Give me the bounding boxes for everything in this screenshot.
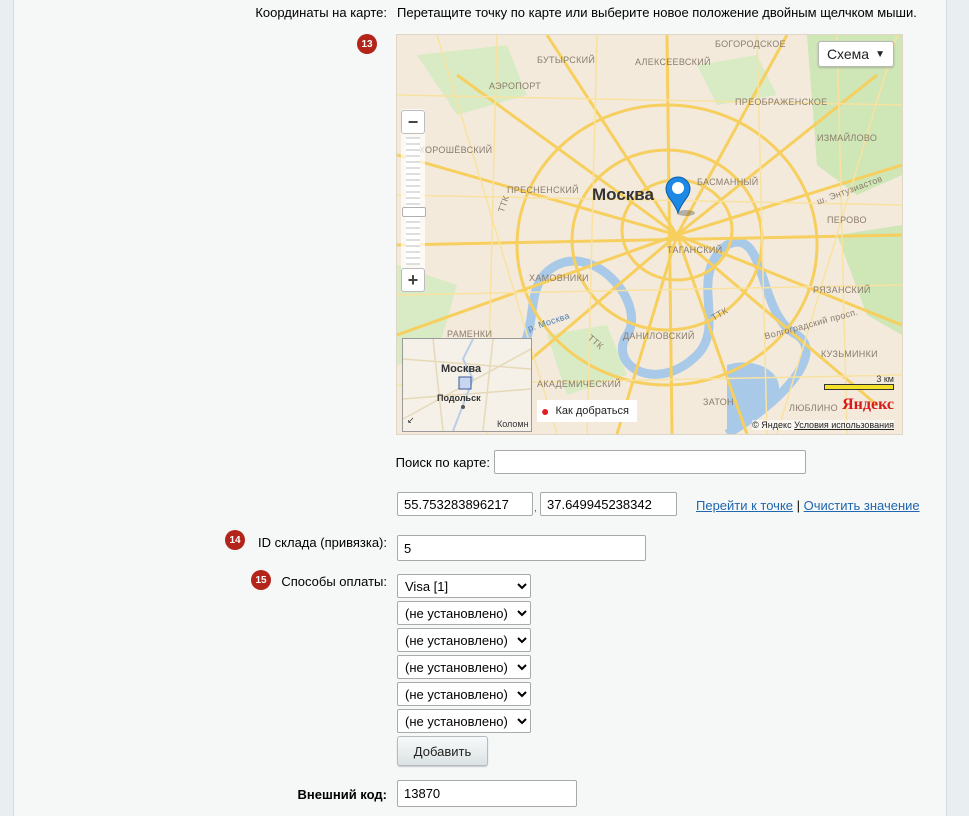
- map-district: АЭРОПОРТ: [489, 81, 542, 91]
- coords-separator: ,: [534, 503, 537, 514]
- yandex-map[interactable]: БУТЫРСКИЙ АЛЕКСЕЕВСКИЙ БОГОРОДСКОЕ АЭРОП…: [396, 34, 903, 435]
- map-type-button[interactable]: Схема ▼: [817, 41, 894, 67]
- map-district: ТАГАНСКИЙ: [667, 245, 723, 255]
- map-district: КУЗЬМИНКИ: [821, 349, 878, 359]
- zoom-control: − +: [401, 109, 426, 292]
- external-code-input[interactable]: [397, 780, 577, 807]
- zoom-in-button[interactable]: +: [401, 268, 425, 292]
- map-district: РЯЗАНСКИЙ: [813, 285, 871, 295]
- payment-methods-label: Способы оплаты:: [281, 574, 387, 589]
- map-district: ПРЕСНЕНСКИЙ: [507, 185, 579, 195]
- zoom-slider-handle[interactable]: [402, 207, 426, 217]
- store-id-input[interactable]: [397, 535, 646, 561]
- coords-links: Перейти к точке | Очистить значение: [696, 498, 920, 513]
- payment-method-select[interactable]: (не установлено): [397, 709, 531, 733]
- coords-label: Координаты на карте:: [255, 5, 387, 20]
- add-payment-button[interactable]: Добавить: [397, 736, 488, 766]
- latitude-input[interactable]: [397, 492, 533, 516]
- map-scale-bar: [824, 384, 894, 390]
- payment-method-select[interactable]: Visa [1]: [397, 574, 531, 598]
- caret-down-icon: ▼: [875, 48, 885, 60]
- minimap-edge-label: Коломн: [497, 419, 529, 429]
- payment-method-select[interactable]: (не установлено): [397, 628, 531, 652]
- map-search-input[interactable]: [494, 450, 806, 474]
- map-copyright: © Яндекс Условия использования: [752, 420, 894, 430]
- goto-point-link[interactable]: Перейти к точке: [696, 498, 793, 513]
- map-scale-label: 3 км: [876, 374, 894, 384]
- payment-method-select[interactable]: (не установлено): [397, 601, 531, 625]
- yandex-logo: Яндекс: [842, 396, 894, 413]
- map-scale: 3 км: [824, 374, 894, 390]
- zoom-out-button[interactable]: −: [401, 110, 425, 134]
- map-district: ПРЕОБРАЖЕНСКОЕ: [735, 97, 828, 107]
- map-district: ЗАТОН: [703, 397, 734, 407]
- map-district: ЛЮБЛИНО: [789, 403, 838, 413]
- map-district: ИЗМАЙЛОВО: [817, 133, 878, 143]
- map-district: БАСМАННЫЙ: [697, 177, 759, 187]
- store-id-label: ID склада (привязка):: [258, 535, 387, 550]
- badge-13: 13: [357, 34, 377, 54]
- route-button[interactable]: ● Как добраться: [537, 400, 637, 422]
- map-district: ХОРОШЁВСКИЙ: [419, 145, 493, 155]
- terms-link[interactable]: Условия использования: [794, 420, 894, 430]
- zoom-slider-track[interactable]: [406, 137, 420, 265]
- map-city-label: Москва: [592, 185, 654, 204]
- minimap-town: Подольск: [437, 393, 481, 403]
- map-district: АКАДЕМИЧЕСКИЙ: [537, 379, 622, 389]
- coords-hint: Перетащите точку по карте или выберите н…: [397, 5, 917, 20]
- minus-icon: −: [407, 111, 419, 132]
- copyright-text: © Яндекс: [752, 420, 792, 430]
- map-type-label: Схема: [826, 46, 870, 62]
- badge-15: 15: [251, 570, 271, 590]
- longitude-input[interactable]: [540, 492, 677, 516]
- links-divider: |: [796, 498, 801, 513]
- plus-icon: +: [407, 269, 419, 290]
- map-district: ХАМОВНИКИ: [529, 273, 589, 283]
- clear-value-link[interactable]: Очистить значение: [804, 498, 920, 513]
- payment-method-select[interactable]: (не установлено): [397, 682, 531, 706]
- resize-icon[interactable]: ↙: [407, 415, 415, 426]
- minimap-background: [403, 339, 531, 431]
- map-district: БОГОРОДСКОЕ: [715, 39, 786, 49]
- external-code-label: Внешний код:: [297, 787, 387, 802]
- map-district: ПЕРОВО: [827, 215, 867, 225]
- map-district: АЛЕКСЕЕВСКИЙ: [635, 57, 711, 67]
- minimap-city: Москва: [441, 363, 482, 375]
- badge-14: 14: [225, 530, 245, 550]
- map-district: БУТЫРСКИЙ: [537, 55, 596, 65]
- payment-method-select[interactable]: (не установлено): [397, 655, 531, 679]
- map-district: ДАНИЛОВСКИЙ: [623, 331, 695, 341]
- route-label: Как добраться: [555, 405, 629, 417]
- minimap[interactable]: Москва Подольск Коломн ↙: [402, 338, 532, 432]
- map-pin-icon: ●: [541, 403, 550, 419]
- search-label: Поиск по карте:: [395, 455, 490, 470]
